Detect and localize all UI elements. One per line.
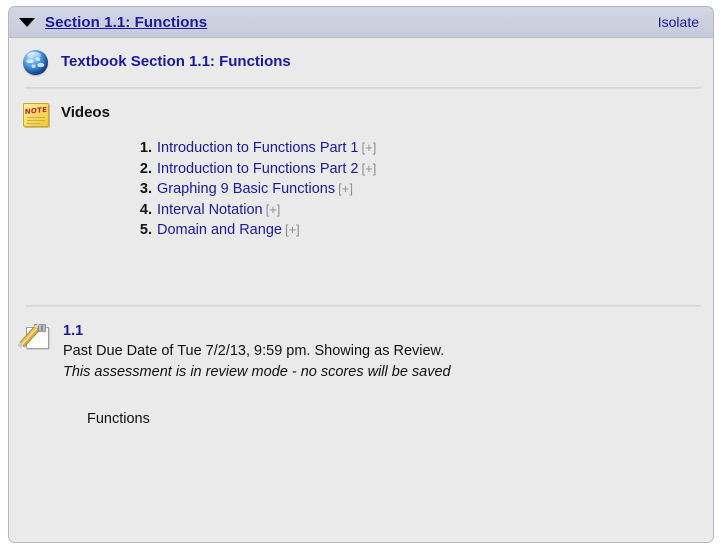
panel-header: Section 1.1: Functions Isolate <box>9 7 713 38</box>
video-list: 1. Introduction to Functions Part 1 [+] 2.… <box>9 138 713 241</box>
list-item-number: 1. <box>139 140 152 156</box>
assessment-due-status: Past Due Date of Tue 7/2/13, 9:59 pm. Sh… <box>63 342 445 359</box>
video-link[interactable]: Domain and Range <box>157 222 282 238</box>
videos-heading: Videos <box>61 104 110 121</box>
video-link[interactable]: Graphing 9 Basic Functions <box>157 181 335 197</box>
triangle-down-icon[interactable] <box>19 17 35 27</box>
sticky-note-icon-label: NOTE <box>24 105 48 117</box>
list-item: 5. Domain and Range [+] <box>133 220 713 241</box>
section-panel: Section 1.1: Functions Isolate Textbook … <box>8 6 714 543</box>
isolate-link[interactable]: Isolate <box>658 14 699 30</box>
expand-toggle[interactable]: [+] <box>266 202 281 217</box>
expand-toggle[interactable]: [+] <box>362 161 377 176</box>
resource-row-textbook[interactable]: Textbook Section 1.1: Functions <box>9 38 713 87</box>
expand-toggle[interactable]: [+] <box>362 140 377 155</box>
expand-toggle[interactable]: [+] <box>338 181 353 196</box>
page-title[interactable]: Section 1.1: Functions <box>45 14 207 31</box>
list-item-number: 2. <box>139 160 152 177</box>
videos-block: NOTE Videos 1. Introduction to Functions … <box>9 89 713 305</box>
video-link[interactable]: Interval Notation <box>157 202 263 218</box>
list-item: 3. Graphing 9 Basic Functions [+] <box>133 179 713 200</box>
expand-toggle[interactable]: [+] <box>285 222 300 237</box>
assessment-text: 1.1 Past Due Date of Tue 7/2/13, 9:59 pm… <box>63 321 451 383</box>
list-item: 2. Introduction to Functions Part 2 [+] <box>133 159 713 180</box>
sticky-note-icon: NOTE <box>23 100 51 128</box>
notepad-pencil-icon <box>19 321 53 349</box>
resource-row-videos: NOTE Videos <box>9 89 713 138</box>
video-link[interactable]: Introduction to Functions Part 2 <box>157 161 359 177</box>
assessment-body-text: Functions <box>87 410 150 427</box>
panel-body: Textbook Section 1.1: Functions NOTE Vid… <box>9 38 713 543</box>
divider <box>25 542 701 543</box>
textbook-section-link[interactable]: Textbook Section 1.1: Functions <box>61 49 291 75</box>
video-link[interactable]: Introduction to Functions Part 1 <box>157 140 359 156</box>
list-item-number: 4. <box>139 201 152 218</box>
assessment-row: 1.1 Past Due Date of Tue 7/2/13, 9:59 pm… <box>9 307 713 383</box>
list-item-number: 5. <box>139 222 152 238</box>
assessment-link[interactable]: 1.1 <box>63 322 451 340</box>
list-item-number: 3. <box>139 181 152 197</box>
globe-icon <box>23 49 51 77</box>
assessment-review-note: This assessment is in review mode - no s… <box>63 363 451 380</box>
list-item: 1. Introduction to Functions Part 1 [+] <box>133 138 713 159</box>
list-item: 4. Interval Notation [+] <box>133 200 713 221</box>
